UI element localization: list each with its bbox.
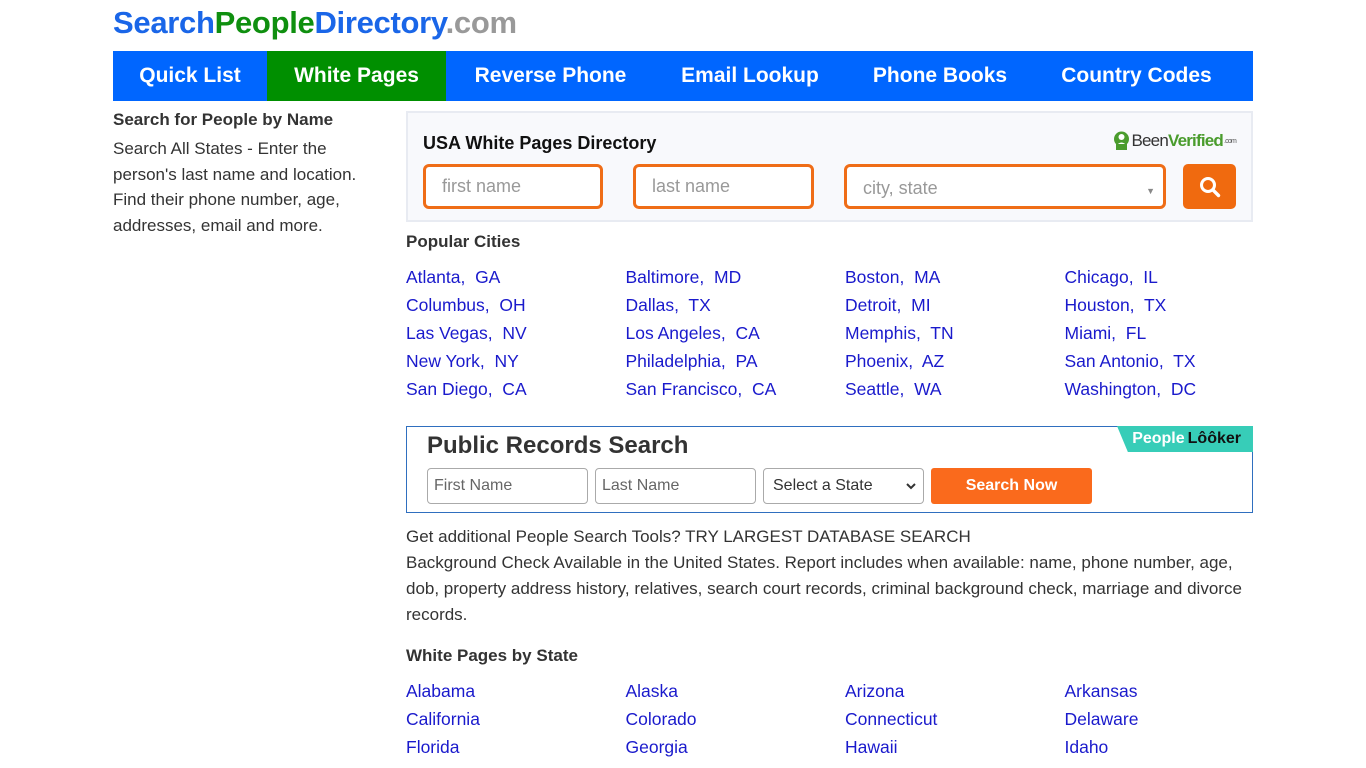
nav-email-lookup[interactable]: Email Lookup <box>655 51 845 101</box>
white-pages-search-button[interactable] <box>1183 164 1236 209</box>
nav-reverse-phone[interactable]: Reverse Phone <box>446 51 655 101</box>
city-state-input[interactable]: city, state ▼ <box>844 164 1166 209</box>
state-link[interactable]: Hawaii <box>845 733 1065 761</box>
logo-people: People <box>214 5 315 40</box>
state-link[interactable]: Georgia <box>626 733 846 761</box>
state-link[interactable]: California <box>406 705 626 733</box>
peoplelooker-looker: Lôôker <box>1187 430 1241 447</box>
city-link[interactable]: Los Angeles, CA <box>626 319 846 347</box>
first-name-input[interactable]: first name <box>423 164 603 209</box>
sidebar: Search for People by Name Search All Sta… <box>113 108 383 238</box>
state-select[interactable]: Select a State <box>763 468 924 504</box>
city-link[interactable]: Atlanta, GA <box>406 263 626 291</box>
popular-cities-list: Atlanta, GA Baltimore, MD Boston, MA Chi… <box>406 263 1266 403</box>
city-link[interactable]: New York, NY <box>406 347 626 375</box>
logo-search: Search <box>113 5 215 40</box>
site-logo[interactable]: SearchPeopleDirectory.com <box>113 5 517 41</box>
state-link[interactable]: Alabama <box>406 677 626 705</box>
city-state-placeholder: city, state <box>863 178 938 198</box>
city-link[interactable]: Dallas, TX <box>626 291 846 319</box>
white-pages-search-title: USA White Pages Directory <box>423 133 657 153</box>
state-link[interactable]: Florida <box>406 733 626 761</box>
first-name-placeholder: first name <box>442 176 522 196</box>
info-line-background: Background Check Available in the United… <box>406 553 1242 624</box>
city-link[interactable]: Las Vegas, NV <box>406 319 626 347</box>
public-records-title: Public Records Search <box>427 432 689 459</box>
public-records-first-name-placeholder: First Name <box>434 477 513 494</box>
city-link[interactable]: Seattle, WA <box>845 375 1065 403</box>
dropdown-caret-icon: ▼ <box>1146 186 1155 196</box>
states-list: Alabama Alaska Arizona Arkansas Californ… <box>406 677 1266 761</box>
search-icon <box>1199 176 1220 197</box>
logo-tld: .com <box>445 5 517 40</box>
nav-white-pages[interactable]: White Pages <box>267 51 446 101</box>
public-records-last-name-placeholder: Last Name <box>602 477 680 494</box>
city-link[interactable]: San Antonio, TX <box>1065 347 1285 375</box>
sidebar-title: Search for People by Name <box>113 110 334 129</box>
city-link[interactable]: Columbus, OH <box>406 291 626 319</box>
state-link[interactable]: Delaware <box>1065 705 1285 733</box>
city-link[interactable]: Washington, DC <box>1065 375 1285 403</box>
city-link[interactable]: Memphis, TN <box>845 319 1065 347</box>
popular-cities-title: Popular Cities <box>406 232 521 251</box>
beenverified-dotcom: .com <box>1224 137 1237 145</box>
nav-phone-books[interactable]: Phone Books <box>845 51 1035 101</box>
city-link[interactable]: Philadelphia, PA <box>626 347 846 375</box>
last-name-placeholder: last name <box>652 176 731 196</box>
nav-quick-list[interactable]: Quick List <box>113 51 267 101</box>
city-link[interactable]: Houston, TX <box>1065 291 1285 319</box>
last-name-input[interactable]: last name <box>633 164 814 209</box>
beenverified-logo[interactable]: Been Verified .com <box>1113 131 1237 151</box>
chevron-down-icon <box>906 483 916 490</box>
state-link[interactable]: Arkansas <box>1065 677 1285 705</box>
city-link[interactable]: Chicago, IL <box>1065 263 1285 291</box>
city-link[interactable]: San Diego, CA <box>406 375 626 403</box>
states-title: White Pages by State <box>406 646 578 665</box>
peoplelooker-people: People <box>1132 430 1185 447</box>
public-records-search-panel: Public Records Search People Lôôker First… <box>406 426 1253 513</box>
beenverified-person-icon <box>1114 131 1130 150</box>
city-link[interactable]: Baltimore, MD <box>626 263 846 291</box>
white-pages-search-panel: USA White Pages Directory Been Verified .c… <box>406 111 1253 222</box>
info-text: Get additional People Search Tools? TRY … <box>406 524 1256 628</box>
state-link[interactable]: Connecticut <box>845 705 1065 733</box>
state-link[interactable]: Alaska <box>626 677 846 705</box>
logo-directory: Directory <box>314 5 446 40</box>
state-link[interactable]: Arizona <box>845 677 1065 705</box>
city-link[interactable]: San Francisco, CA <box>626 375 846 403</box>
state-link[interactable]: Idaho <box>1065 733 1285 761</box>
public-records-first-name-input[interactable]: First Name <box>427 468 588 504</box>
state-select-value: Select a State <box>773 477 873 494</box>
city-link[interactable]: Boston, MA <box>845 263 1065 291</box>
beenverified-verified: Verified <box>1167 131 1224 150</box>
city-link[interactable]: Phoenix, AZ <box>845 347 1065 375</box>
nav-country-codes[interactable]: Country Codes <box>1035 51 1238 101</box>
state-link[interactable]: Colorado <box>626 705 846 733</box>
main-nav: Quick List White Pages Reverse Phone Ema… <box>113 51 1253 101</box>
beenverified-been: Been <box>1131 131 1168 150</box>
city-link[interactable]: Detroit, MI <box>845 291 1065 319</box>
search-now-button[interactable]: Search Now <box>931 468 1092 504</box>
city-link[interactable]: Miami, FL <box>1065 319 1285 347</box>
peoplelooker-logo[interactable]: People Lôôker <box>1117 426 1253 452</box>
info-line-tools: Get additional People Search Tools? TRY … <box>406 527 971 546</box>
sidebar-text: Search All States - Enter the person's l… <box>113 139 357 235</box>
public-records-last-name-input[interactable]: Last Name <box>595 468 756 504</box>
